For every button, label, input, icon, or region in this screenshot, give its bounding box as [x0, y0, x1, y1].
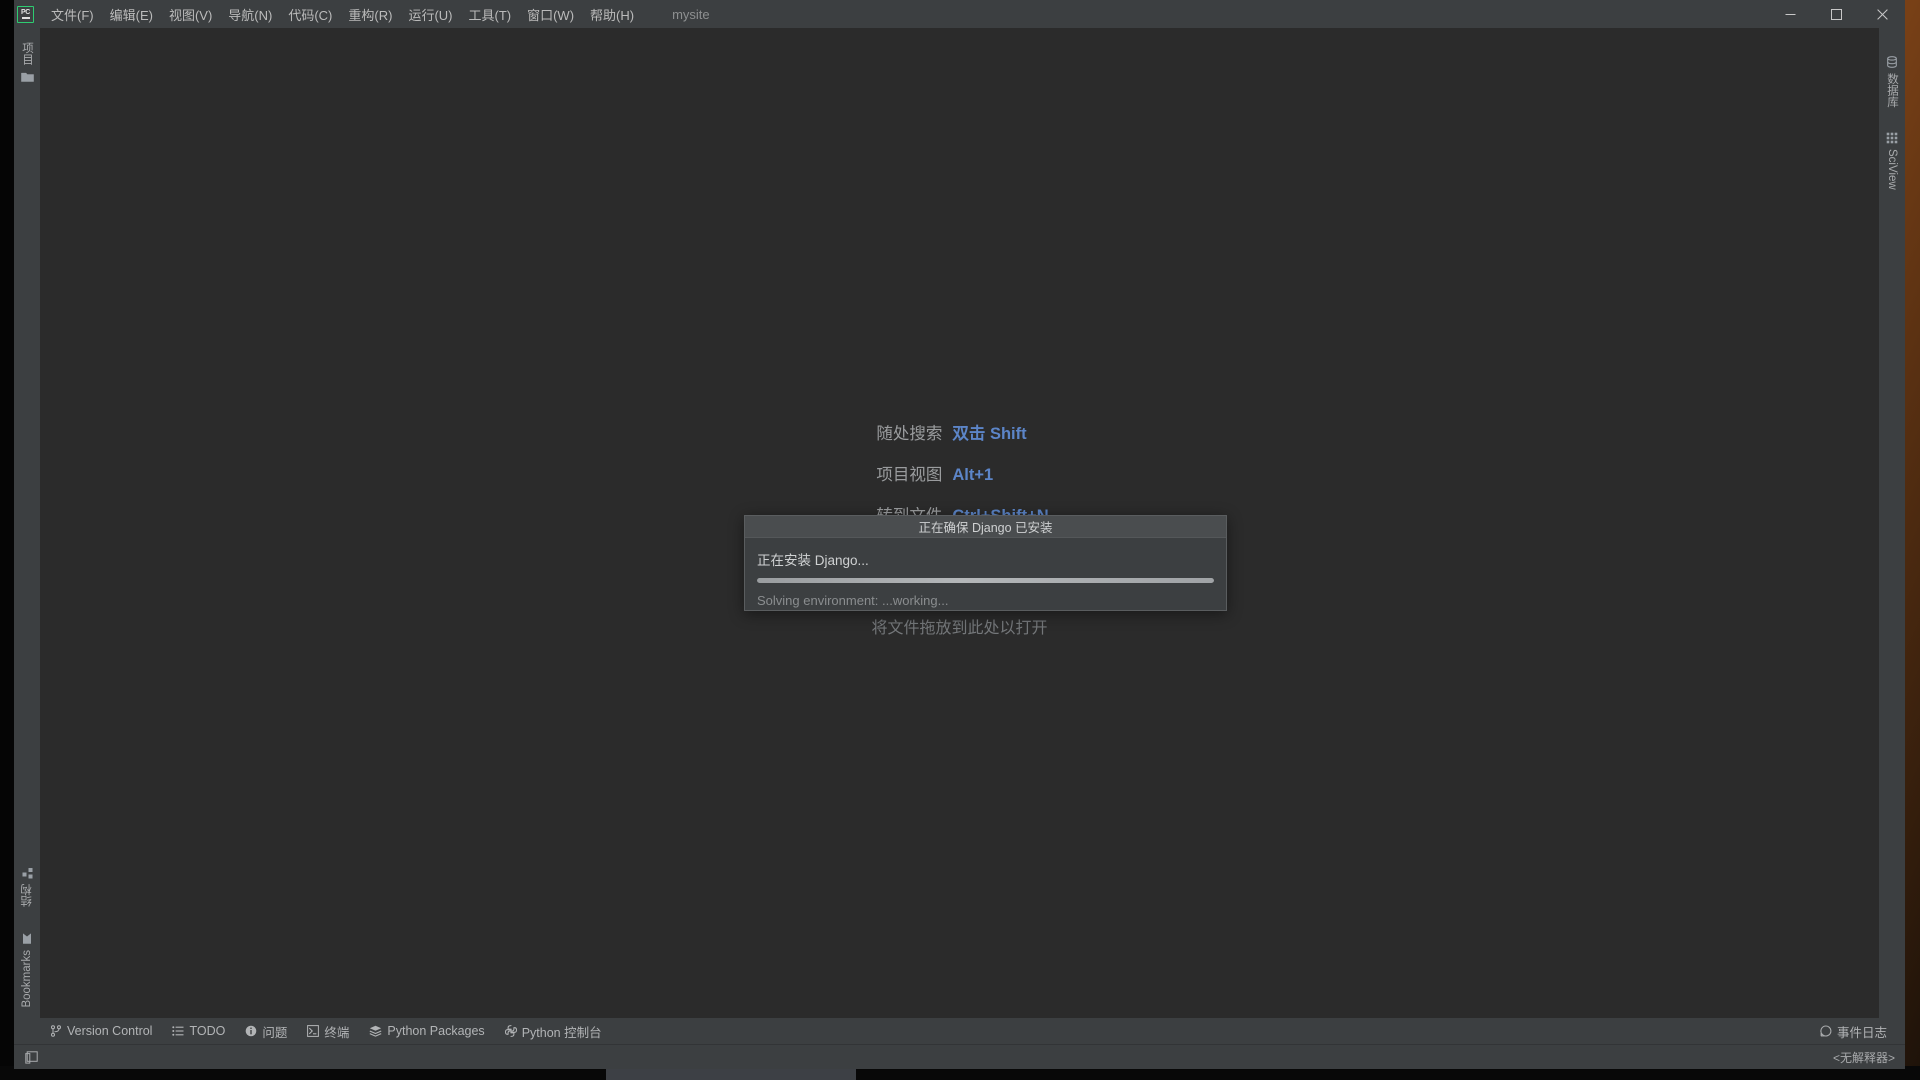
close-button[interactable] — [1859, 0, 1905, 28]
hint-shortcut: Alt+1 — [952, 466, 994, 484]
pycharm-logo-text: PC — [20, 8, 31, 16]
python-console-icon — [504, 1025, 517, 1037]
right-stripe-top-group: 数据库 SciView — [1884, 28, 1900, 195]
sidebar-item-project[interactable]: 项目 — [19, 36, 35, 89]
layout-icon — [25, 1050, 38, 1064]
dialog-message: 正在安装 Django... — [757, 553, 869, 568]
left-tool-stripe: 项目 结构 Bookmarks — [14, 28, 40, 1018]
minimize-button[interactable] — [1767, 0, 1813, 28]
left-stripe-top-group: 项目 — [19, 28, 35, 89]
dialog-title: 正在确保 Django 已安装 — [745, 516, 1226, 538]
dialog-body: 正在安装 Django... Solving environment: ...w… — [745, 538, 1226, 610]
sidebar-item-structure[interactable]: 结构 — [19, 861, 35, 913]
tool-problems[interactable]: 问题 — [235, 1019, 297, 1044]
tool-label: Python Packages — [387, 1024, 485, 1038]
menu-navigate[interactable]: 导航(N) — [220, 2, 280, 27]
project-label: 项目 — [21, 42, 33, 65]
menu-file[interactable]: 文件(F) — [43, 2, 102, 27]
minimize-icon — [1785, 13, 1795, 15]
taskbar-item[interactable] — [606, 1069, 856, 1080]
status-bar: <无解释器> — [14, 1044, 1905, 1069]
title-menu-bar: PC 文件(F) 编辑(E) 视图(V) 导航(N) 代码(C) 重构(R) 运… — [14, 0, 1905, 28]
hint-shortcut: 双击 Shift — [952, 425, 1027, 443]
event-log-label: 事件日志 — [1836, 1025, 1887, 1040]
sidebar-item-database[interactable]: 数据库 — [1884, 50, 1900, 114]
progress-bar — [757, 578, 1214, 583]
pycharm-logo-icon: PC — [17, 5, 34, 23]
status-bar-left — [14, 1048, 44, 1067]
editor-empty-area[interactable]: 随处搜索 双击 Shift 项目视图 Alt+1 转到文件 Ctrl+Shift… — [40, 28, 1879, 1018]
menu-view[interactable]: 视图(V) — [161, 2, 220, 27]
interpreter-label: <无解释器> — [1832, 1050, 1895, 1065]
event-log-icon — [1820, 1025, 1832, 1037]
tool-label: Python 控制台 — [521, 1025, 602, 1040]
menu-help[interactable]: 帮助(H) — [582, 2, 642, 27]
bottom-bar-right-group: 事件日志 — [1810, 1019, 1897, 1044]
project-icon — [20, 72, 34, 82]
hint-project-view: 项目视图 Alt+1 — [870, 461, 1048, 485]
bottom-tool-bar: Version Control TODO 问题 终端 Python Packag… — [14, 1018, 1905, 1044]
window-controls — [1767, 0, 1905, 28]
tool-version-control[interactable]: Version Control — [40, 1021, 162, 1041]
tool-label: TODO — [189, 1024, 226, 1038]
bookmarks-label: Bookmarks — [21, 950, 33, 1008]
event-log-button[interactable]: 事件日志 — [1810, 1019, 1897, 1044]
hint-search-everywhere: 随处搜索 双击 Shift — [870, 420, 1048, 444]
install-progress-dialog: 正在确保 Django 已安装 正在安装 Django... Solving e… — [744, 515, 1227, 611]
sciview-icon — [1886, 132, 1898, 143]
structure-label: 结构 — [21, 884, 33, 908]
terminal-icon — [307, 1025, 320, 1037]
menu-run[interactable]: 运行(U) — [400, 2, 460, 27]
tool-python-packages[interactable]: Python Packages — [359, 1021, 494, 1041]
project-name-label: mysite — [672, 6, 710, 22]
drop-files-hint: 将文件拖放到此处以打开 — [871, 620, 1048, 637]
menu-refactor[interactable]: 重构(R) — [340, 2, 400, 27]
workspace-row: 项目 结构 Bookmarks 随处搜索 双击 Shift 项目视图 Alt+1… — [14, 28, 1905, 1018]
tool-python-console[interactable]: Python 控制台 — [495, 1019, 612, 1044]
left-stripe-bottom-group: 结构 Bookmarks — [14, 861, 40, 1014]
hint-label: 项目视图 — [876, 466, 943, 484]
interpreter-status[interactable]: <无解释器> — [1833, 1049, 1895, 1066]
close-icon — [1876, 8, 1888, 20]
hint-label: 随处搜索 — [876, 425, 943, 443]
problems-icon — [246, 1025, 257, 1037]
tool-label: 终端 — [324, 1025, 350, 1040]
menu-tools[interactable]: 工具(T) — [460, 2, 519, 27]
menu-window[interactable]: 窗口(W) — [519, 2, 582, 27]
branch-icon — [51, 1025, 61, 1037]
editor-hints: 随处搜索 双击 Shift 项目视图 Alt+1 转到文件 Ctrl+Shift… — [870, 420, 1048, 526]
packages-icon — [369, 1025, 382, 1037]
right-tool-stripe: 数据库 SciView — [1879, 28, 1905, 1018]
sciview-label: SciView — [1886, 148, 1898, 190]
database-icon — [1887, 56, 1897, 68]
maximize-button[interactable] — [1813, 0, 1859, 28]
tool-terminal[interactable]: 终端 — [297, 1019, 359, 1044]
pycharm-logo-bar — [21, 17, 30, 20]
maximize-icon — [1830, 8, 1842, 20]
menu-edit[interactable]: 编辑(E) — [102, 2, 161, 27]
tool-todo[interactable]: TODO — [162, 1021, 235, 1041]
sidebar-item-sciview[interactable]: SciView — [1886, 126, 1898, 196]
tool-label: 问题 — [262, 1025, 288, 1040]
bookmarks-icon — [23, 934, 31, 945]
todo-list-icon — [172, 1026, 184, 1036]
layout-toggle-button[interactable] — [19, 1048, 44, 1067]
database-label: 数据库 — [1886, 73, 1898, 108]
tool-label: Version Control — [67, 1024, 153, 1038]
menu-code[interactable]: 代码(C) — [280, 2, 340, 27]
pycharm-main-window: PC 文件(F) 编辑(E) 视图(V) 导航(N) 代码(C) 重构(R) 运… — [14, 0, 1905, 1069]
progress-bar-fill — [757, 578, 1214, 583]
sidebar-item-bookmarks[interactable]: Bookmarks — [21, 927, 33, 1014]
desktop-left-edge — [0, 0, 14, 1080]
structure-icon — [22, 868, 33, 879]
dialog-sub-message: Solving environment: ...working... — [757, 593, 949, 608]
